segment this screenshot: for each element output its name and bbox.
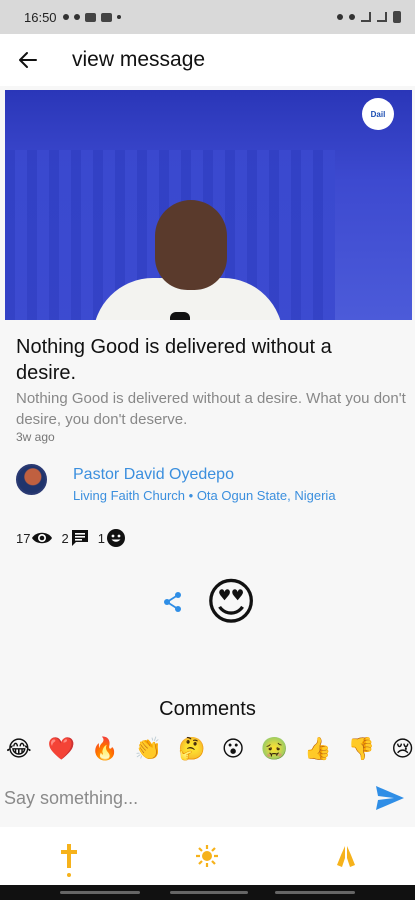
reaction-emoji[interactable]: 😍 — [205, 575, 257, 629]
separator-dot: • — [188, 488, 194, 503]
microphone — [170, 312, 190, 320]
views-stat: 17 — [16, 530, 53, 546]
message-stats: 17 2 1 — [16, 528, 126, 548]
nav-prayer[interactable] — [316, 827, 376, 885]
cross-icon — [61, 844, 78, 868]
author-details: Living Faith Church • Ota Ogun State, Ni… — [73, 488, 336, 503]
system-nav-pill — [170, 891, 248, 894]
app-bar: view message — [0, 34, 415, 86]
mute-icon — [349, 14, 355, 20]
channel-logo: Dail — [362, 98, 394, 130]
comments-count: 2 — [61, 530, 69, 546]
comments-heading: Comments — [159, 698, 256, 720]
active-indicator — [67, 873, 72, 877]
author-church: Living Faith Church — [73, 488, 185, 503]
notification-icons — [62, 12, 121, 22]
emoji-thumbs-up[interactable]: 👍 — [304, 734, 331, 766]
youtube-icon — [84, 12, 96, 22]
back-button[interactable] — [0, 34, 56, 86]
arrow-left-icon — [19, 52, 37, 68]
smiley-icon — [106, 529, 125, 547]
send-icon[interactable] — [374, 784, 406, 812]
signal-icon — [361, 12, 371, 22]
emoji-crying[interactable]: 😢 — [391, 734, 414, 766]
comments-stat: 2 — [61, 528, 89, 548]
author-location: Ota Ogun State, Nigeria — [196, 488, 336, 503]
signal-icon-2 — [377, 12, 387, 22]
alarm-icon — [337, 14, 343, 20]
message-time: 3w ago — [16, 430, 55, 444]
views-count: 17 — [16, 530, 31, 546]
system-nav-pill — [275, 891, 355, 894]
emoji-thinking[interactable]: 🤔 — [178, 734, 205, 766]
system-icons — [337, 11, 401, 23]
youtube-icon-2 — [100, 12, 112, 22]
status-bar: 16:50 — [0, 0, 415, 34]
emoji-laughing[interactable]: 😂 — [6, 734, 32, 766]
page-title: view message — [72, 48, 206, 71]
author-name[interactable]: Pastor David Oyedepo — [73, 466, 234, 484]
bottom-navigation — [0, 827, 415, 885]
reactions-stat: 1 — [98, 528, 126, 548]
more-dot-icon — [116, 15, 121, 19]
message-image: Dail — [5, 90, 412, 320]
share-icon[interactable] — [162, 591, 184, 613]
comment-bar — [0, 780, 415, 816]
system-navigation-bar — [0, 885, 415, 900]
eye-icon — [32, 532, 53, 544]
pinterest-icon — [73, 14, 80, 20]
emoji-heart[interactable]: ❤️ — [48, 734, 75, 766]
emoji-clap[interactable]: 👏 — [135, 734, 162, 766]
comment-icon — [71, 530, 88, 546]
praying-hands-icon — [336, 846, 355, 867]
telegram-icon — [62, 14, 69, 20]
nav-worship[interactable] — [177, 827, 237, 885]
battery-icon — [393, 11, 401, 23]
avatar[interactable] — [16, 464, 47, 495]
nav-cross[interactable] — [39, 827, 99, 885]
emoji-thumbs-down[interactable]: 👎 — [348, 734, 375, 766]
message-title: Nothing Good is delivered without a desi… — [16, 336, 332, 384]
author-row[interactable]: Pastor David Oyedepo Living Faith Church… — [16, 462, 406, 503]
system-nav-pill — [60, 891, 140, 894]
emoji-reaction-row: 😂 ❤️ 🔥 👏 🤔 😮 🤢 👍 👎 😢 — [6, 734, 414, 766]
status-time: 16:50 — [24, 9, 57, 25]
reactions-count: 1 — [97, 530, 105, 546]
comment-input[interactable] — [0, 780, 360, 816]
emoji-sick[interactable]: 🤢 — [261, 734, 288, 766]
emoji-surprised[interactable]: 😮 — [222, 734, 245, 766]
worship-icon — [196, 845, 219, 867]
message-body: Nothing Good is delivered without a desi… — [16, 390, 406, 428]
emoji-fire[interactable]: 🔥 — [91, 734, 118, 766]
